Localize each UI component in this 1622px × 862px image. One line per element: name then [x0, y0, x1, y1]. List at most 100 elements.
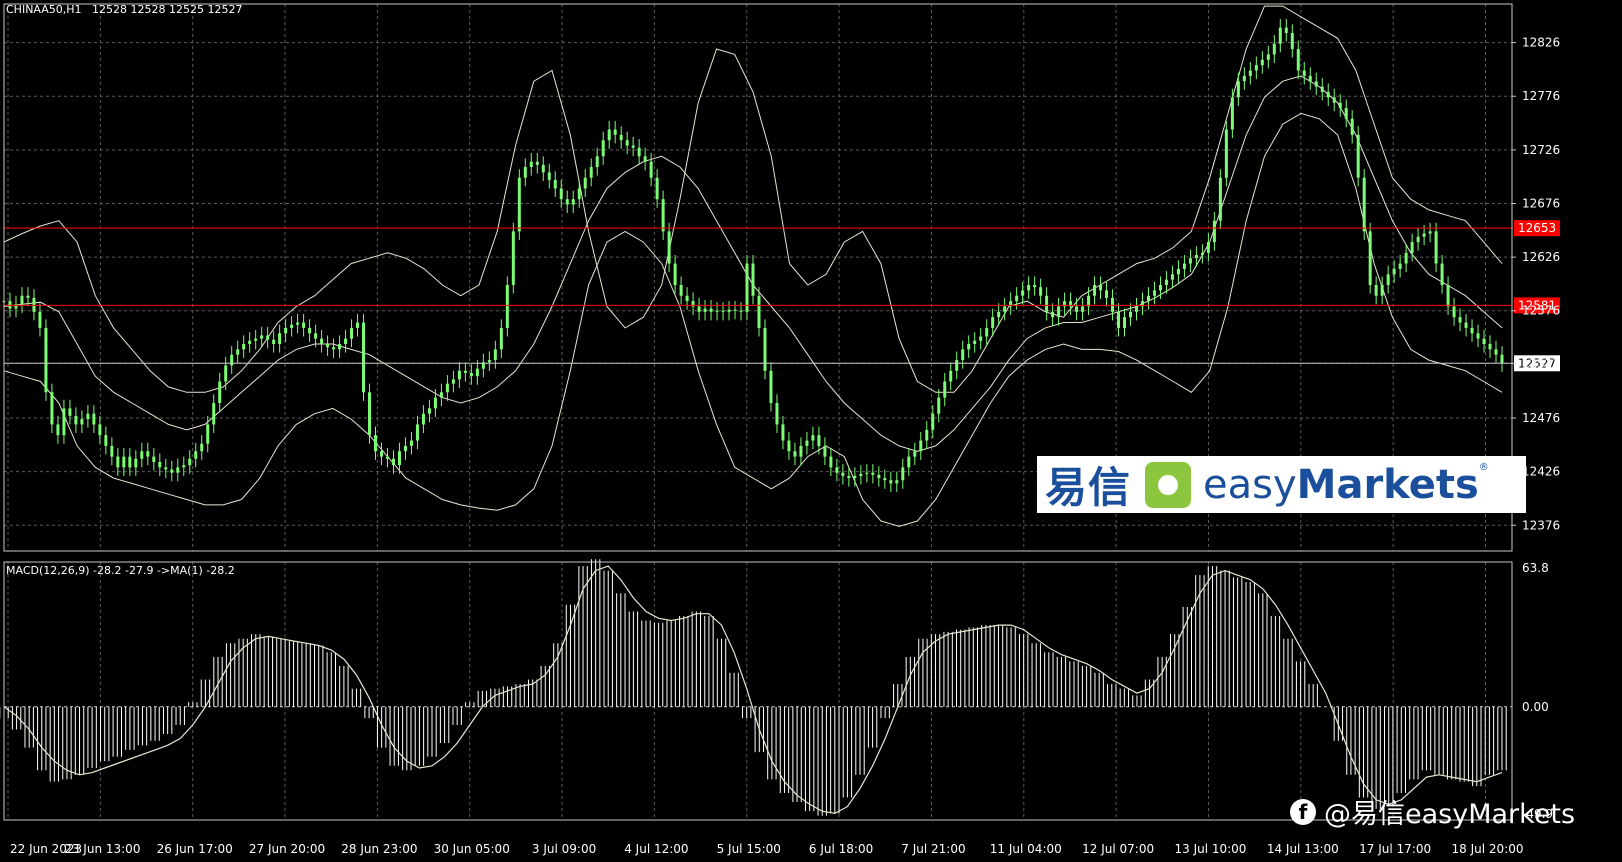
candle-body [302, 322, 306, 328]
candle-body [1105, 290, 1109, 298]
candle-body [589, 167, 593, 178]
candle-body [625, 140, 629, 146]
logo-chinese-text: 易信 [1045, 463, 1132, 512]
candle-body [1200, 252, 1204, 255]
candle-body [1464, 322, 1468, 328]
candle-body [26, 295, 30, 298]
candle-body [463, 370, 467, 373]
candle-body [1338, 102, 1342, 109]
candle-body [314, 333, 318, 339]
candle-body [1123, 317, 1127, 328]
candle-body [1212, 220, 1216, 243]
candle-body [517, 177, 521, 232]
candle-body [961, 349, 965, 361]
candle-body [913, 451, 917, 457]
candle-body [1458, 317, 1462, 323]
candle-body [889, 480, 893, 484]
candle-body [799, 445, 803, 457]
candle-body [236, 349, 240, 355]
candle-body [847, 475, 851, 479]
candle-body [44, 327, 48, 393]
candle-body [218, 381, 222, 403]
candle-body [607, 129, 611, 141]
candle-body [1194, 254, 1198, 259]
candle-body [1051, 311, 1055, 318]
candle-body [20, 295, 24, 305]
x-tick-label: 7 Jul 21:00 [901, 842, 965, 856]
y-tick-label: 12676 [1522, 196, 1560, 210]
candle-body [1188, 258, 1192, 264]
candle-body [1182, 263, 1186, 269]
candle-body [1488, 343, 1492, 350]
candle-body [1362, 177, 1366, 232]
candle-body [685, 295, 689, 302]
candle-body [493, 349, 497, 361]
candle-body [56, 424, 60, 436]
candle-body [1081, 306, 1085, 312]
x-tick-label: 14 Jul 13:00 [1267, 842, 1339, 856]
candle-body [1152, 290, 1156, 296]
candle-body [793, 451, 797, 457]
candle-body [919, 440, 923, 452]
candle-body [427, 408, 431, 414]
candle-body [1045, 295, 1049, 312]
candle-body [445, 383, 449, 393]
candle-body [62, 408, 66, 436]
macd-signal-line [3, 565, 1503, 815]
candle-body [362, 322, 366, 393]
candle-body [973, 340, 977, 344]
candle-body [853, 475, 857, 479]
facebook-icon: f [1290, 798, 1316, 825]
candle-body [877, 474, 881, 479]
candle-body [421, 413, 425, 425]
candle-body [1021, 290, 1025, 296]
candle-body [332, 347, 336, 350]
candle-body [649, 161, 653, 178]
macd-header: MACD(12,26,9) -28.2 -27.9 ->MA(1) -28.2 [6, 564, 235, 577]
x-tick-label: 18 Jul 20:00 [1452, 842, 1524, 856]
candle-body [643, 156, 647, 162]
candle-body [487, 360, 491, 363]
candle-body [949, 370, 953, 382]
candle-body [475, 368, 479, 377]
watermark-text: @易信easyMarkets [1324, 799, 1576, 830]
macd-panel [0, 559, 1507, 816]
candle-body [865, 472, 869, 474]
x-tick-label: 12 Jul 07:00 [1082, 842, 1154, 856]
candle-body [703, 308, 707, 312]
candle-body [1308, 75, 1312, 82]
candle-body [577, 188, 581, 200]
candle-body [1392, 268, 1396, 275]
candle-body [356, 322, 360, 328]
candle-body [997, 311, 1001, 318]
candle-body [290, 324, 294, 328]
candle-body [547, 172, 551, 180]
candle-body [74, 415, 78, 425]
candle-body [1368, 231, 1372, 286]
candle-body [182, 465, 186, 468]
candle-body [763, 327, 767, 371]
candle-body [1398, 263, 1402, 269]
candle-body [1404, 252, 1408, 264]
candle-body [991, 317, 995, 328]
candle-body [1476, 333, 1480, 339]
candle-body [1099, 285, 1103, 291]
candle-body [637, 147, 641, 157]
candle-body [1386, 274, 1390, 286]
candle-body [925, 429, 929, 441]
candle-body [859, 473, 863, 476]
x-tick-label: 27 Jun 20:00 [249, 842, 325, 856]
candle-body [733, 309, 737, 311]
candle-body [1326, 91, 1330, 98]
candle-body [1003, 306, 1007, 312]
candle-body [409, 440, 413, 446]
y-tick-label: 12426 [1522, 465, 1560, 479]
candle-body [1093, 285, 1097, 296]
candle-body [433, 397, 437, 409]
y-tick-label: 12776 [1522, 89, 1560, 103]
candle-body [511, 231, 515, 286]
candle-body [1176, 268, 1180, 275]
candle-body [344, 338, 348, 344]
candle-body [1290, 32, 1294, 50]
candle-body [1170, 274, 1174, 280]
